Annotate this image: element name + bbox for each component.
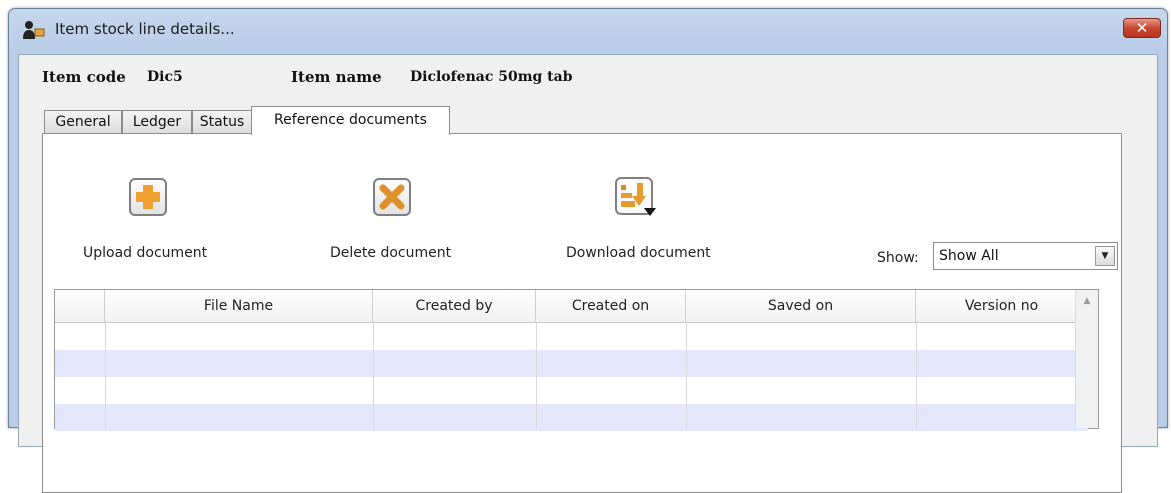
column-header-version-no[interactable]: Version no	[916, 290, 1088, 323]
tab-label: Status	[199, 114, 245, 130]
title-bar: Item stock line details... ✕	[9, 9, 1167, 47]
tab-label: Ledger	[132, 114, 182, 130]
show-filter-value: Show All	[939, 248, 999, 264]
column-header-file-name[interactable]: File Name	[105, 290, 373, 323]
chevron-down-icon[interactable]: ▼	[1095, 246, 1115, 266]
column-divider	[686, 323, 687, 428]
item-code-label: Item code	[42, 68, 126, 86]
delete-document-button[interactable]	[373, 178, 411, 216]
table-scrollbar[interactable]: ▲	[1075, 290, 1098, 428]
tab-label: Reference documents	[274, 112, 427, 128]
user-box-icon	[23, 21, 45, 39]
window-title: Item stock line details...	[55, 20, 235, 38]
tab-ledger[interactable]: Ledger	[122, 110, 192, 133]
reference-documents-table: File Name Created by Created on Saved on…	[54, 289, 1099, 431]
column-header-created-by[interactable]: Created by	[373, 290, 536, 323]
column-header-saved-on[interactable]: Saved on	[686, 290, 916, 323]
row-selector-header	[55, 290, 105, 323]
close-icon: ✕	[1135, 19, 1149, 37]
plus-icon	[136, 185, 160, 209]
tab-general[interactable]: General	[44, 110, 122, 133]
table-row[interactable]	[55, 377, 1088, 404]
item-stock-line-window: Item stock line details... ✕ Item code D…	[8, 8, 1168, 493]
table-row[interactable]	[55, 404, 1088, 431]
upload-document-button[interactable]	[129, 178, 167, 216]
table-row[interactable]	[55, 323, 1088, 350]
item-code-value: Dic5	[147, 69, 183, 85]
tab-label: General	[55, 114, 111, 130]
column-divider	[373, 323, 374, 428]
column-header-created-on[interactable]: Created on	[536, 290, 686, 323]
x-icon	[379, 184, 405, 210]
delete-document-label[interactable]: Delete document	[330, 245, 451, 261]
show-filter-select[interactable]: Show All ▼	[933, 242, 1118, 270]
table-row[interactable]	[55, 350, 1088, 377]
column-divider	[105, 323, 106, 428]
item-name-value: Diclofenac 50mg tab	[410, 69, 573, 85]
item-name-label: Item name	[291, 68, 382, 86]
close-button[interactable]: ✕	[1123, 18, 1161, 38]
column-divider	[916, 323, 917, 428]
table-header: File Name Created by Created on Saved on…	[55, 290, 1098, 323]
upload-document-label[interactable]: Upload document	[83, 245, 207, 261]
download-document-button[interactable]	[614, 176, 658, 220]
download-document-label[interactable]: Download document	[566, 245, 711, 261]
tab-status[interactable]: Status	[192, 110, 252, 133]
tab-reference-documents[interactable]: Reference documents	[251, 106, 450, 135]
download-icon	[615, 177, 656, 216]
column-divider	[536, 323, 537, 428]
show-label: Show:	[877, 250, 919, 266]
scroll-up-arrow-icon[interactable]: ▲	[1080, 296, 1094, 308]
